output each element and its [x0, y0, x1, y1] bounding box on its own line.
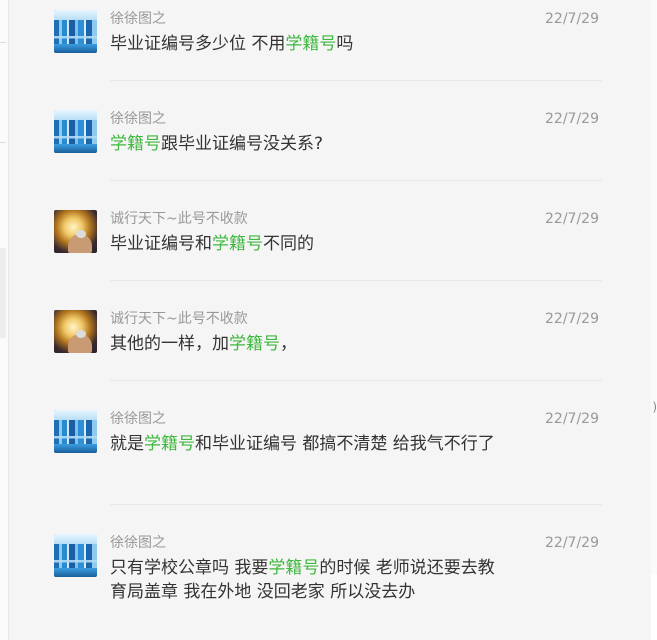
- reply-date: 22/7/29: [545, 411, 599, 427]
- reply-divider: [110, 280, 602, 281]
- reply-text-segment: 毕业证编号多少位 不用: [110, 34, 286, 54]
- user-avatar-city[interactable]: [54, 534, 97, 577]
- reply-text-segment: 吗: [336, 34, 354, 54]
- reply-list: 徐徐图之 22/7/29 毕业证编号多少位 不用学籍号吗 徐徐图之 22/7/29 学籍号…: [0, 0, 657, 640]
- reply-text-segment: 跟毕业证编号没关系?: [161, 134, 324, 154]
- reply-content: 学籍号跟毕业证编号没关系?: [110, 132, 510, 156]
- user-avatar-city[interactable]: [54, 410, 97, 453]
- keyword-highlight[interactable]: 学籍号: [144, 434, 195, 454]
- reply-date: 22/7/29: [545, 311, 599, 327]
- reply-thread-page: ) 徐徐图之 22/7/29 毕业证编号多少位 不用学籍号吗 徐徐图之 22/7/29 学…: [0, 0, 657, 640]
- user-avatar-city[interactable]: [54, 110, 97, 153]
- reply-content: 只有学校公章吗 我要学籍号的时候 老师说还要去教育局盖章 我在外地 没回老家 所…: [110, 556, 510, 604]
- avatar-water: [54, 144, 97, 153]
- keyword-highlight[interactable]: 学籍号: [268, 558, 319, 578]
- reply-divider: [110, 80, 602, 81]
- keyword-highlight[interactable]: 学籍号: [285, 34, 336, 54]
- avatar-water: [54, 568, 97, 577]
- reply-text-segment: 就是: [110, 434, 144, 454]
- user-avatar-hand[interactable]: [54, 310, 97, 353]
- avatar-coin: [76, 330, 86, 338]
- reply-divider: [110, 380, 602, 381]
- avatar-sky: [54, 534, 97, 544]
- reply-text-segment: 其他的一样，加: [110, 334, 229, 354]
- avatar-coin: [76, 230, 86, 238]
- reply-date: 22/7/29: [545, 11, 599, 27]
- reply-content: 毕业证编号和学籍号不同的: [110, 232, 510, 256]
- reply-username[interactable]: 诚行天下~此号不收款: [110, 210, 248, 228]
- reply-text-segment: 不同的: [263, 234, 314, 254]
- avatar-sky: [54, 10, 97, 20]
- avatar-water: [54, 44, 97, 53]
- user-avatar-city[interactable]: [54, 10, 97, 53]
- reply-text-segment: ，: [280, 334, 297, 354]
- reply-content: 毕业证编号多少位 不用学籍号吗: [110, 32, 510, 56]
- reply-date: 22/7/29: [545, 211, 599, 227]
- keyword-highlight[interactable]: 学籍号: [229, 334, 280, 354]
- reply-text-segment: 毕业证编号和: [110, 234, 212, 254]
- avatar-water: [54, 444, 97, 453]
- reply-divider: [110, 504, 602, 505]
- reply-content: 其他的一样，加学籍号，: [110, 332, 510, 356]
- reply-divider: [110, 180, 602, 181]
- reply-username[interactable]: 诚行天下~此号不收款: [110, 310, 248, 328]
- user-avatar-hand[interactable]: [54, 210, 97, 253]
- reply-username[interactable]: 徐徐图之: [110, 110, 166, 128]
- avatar-sky: [54, 410, 97, 420]
- keyword-highlight[interactable]: 学籍号: [212, 234, 263, 254]
- reply-date: 22/7/29: [545, 111, 599, 127]
- reply-content: 就是学籍号和毕业证编号 都搞不清楚 给我气不行了: [110, 432, 510, 456]
- reply-username[interactable]: 徐徐图之: [110, 10, 166, 28]
- reply-text-segment: 只有学校公章吗 我要: [110, 558, 269, 578]
- reply-date: 22/7/29: [545, 535, 599, 551]
- keyword-highlight[interactable]: 学籍号: [110, 134, 161, 154]
- reply-text-segment: 和毕业证编号 都搞不清楚 给我气不行了: [195, 434, 495, 454]
- reply-username[interactable]: 徐徐图之: [110, 534, 166, 552]
- avatar-sky: [54, 110, 97, 120]
- reply-username[interactable]: 徐徐图之: [110, 410, 166, 428]
